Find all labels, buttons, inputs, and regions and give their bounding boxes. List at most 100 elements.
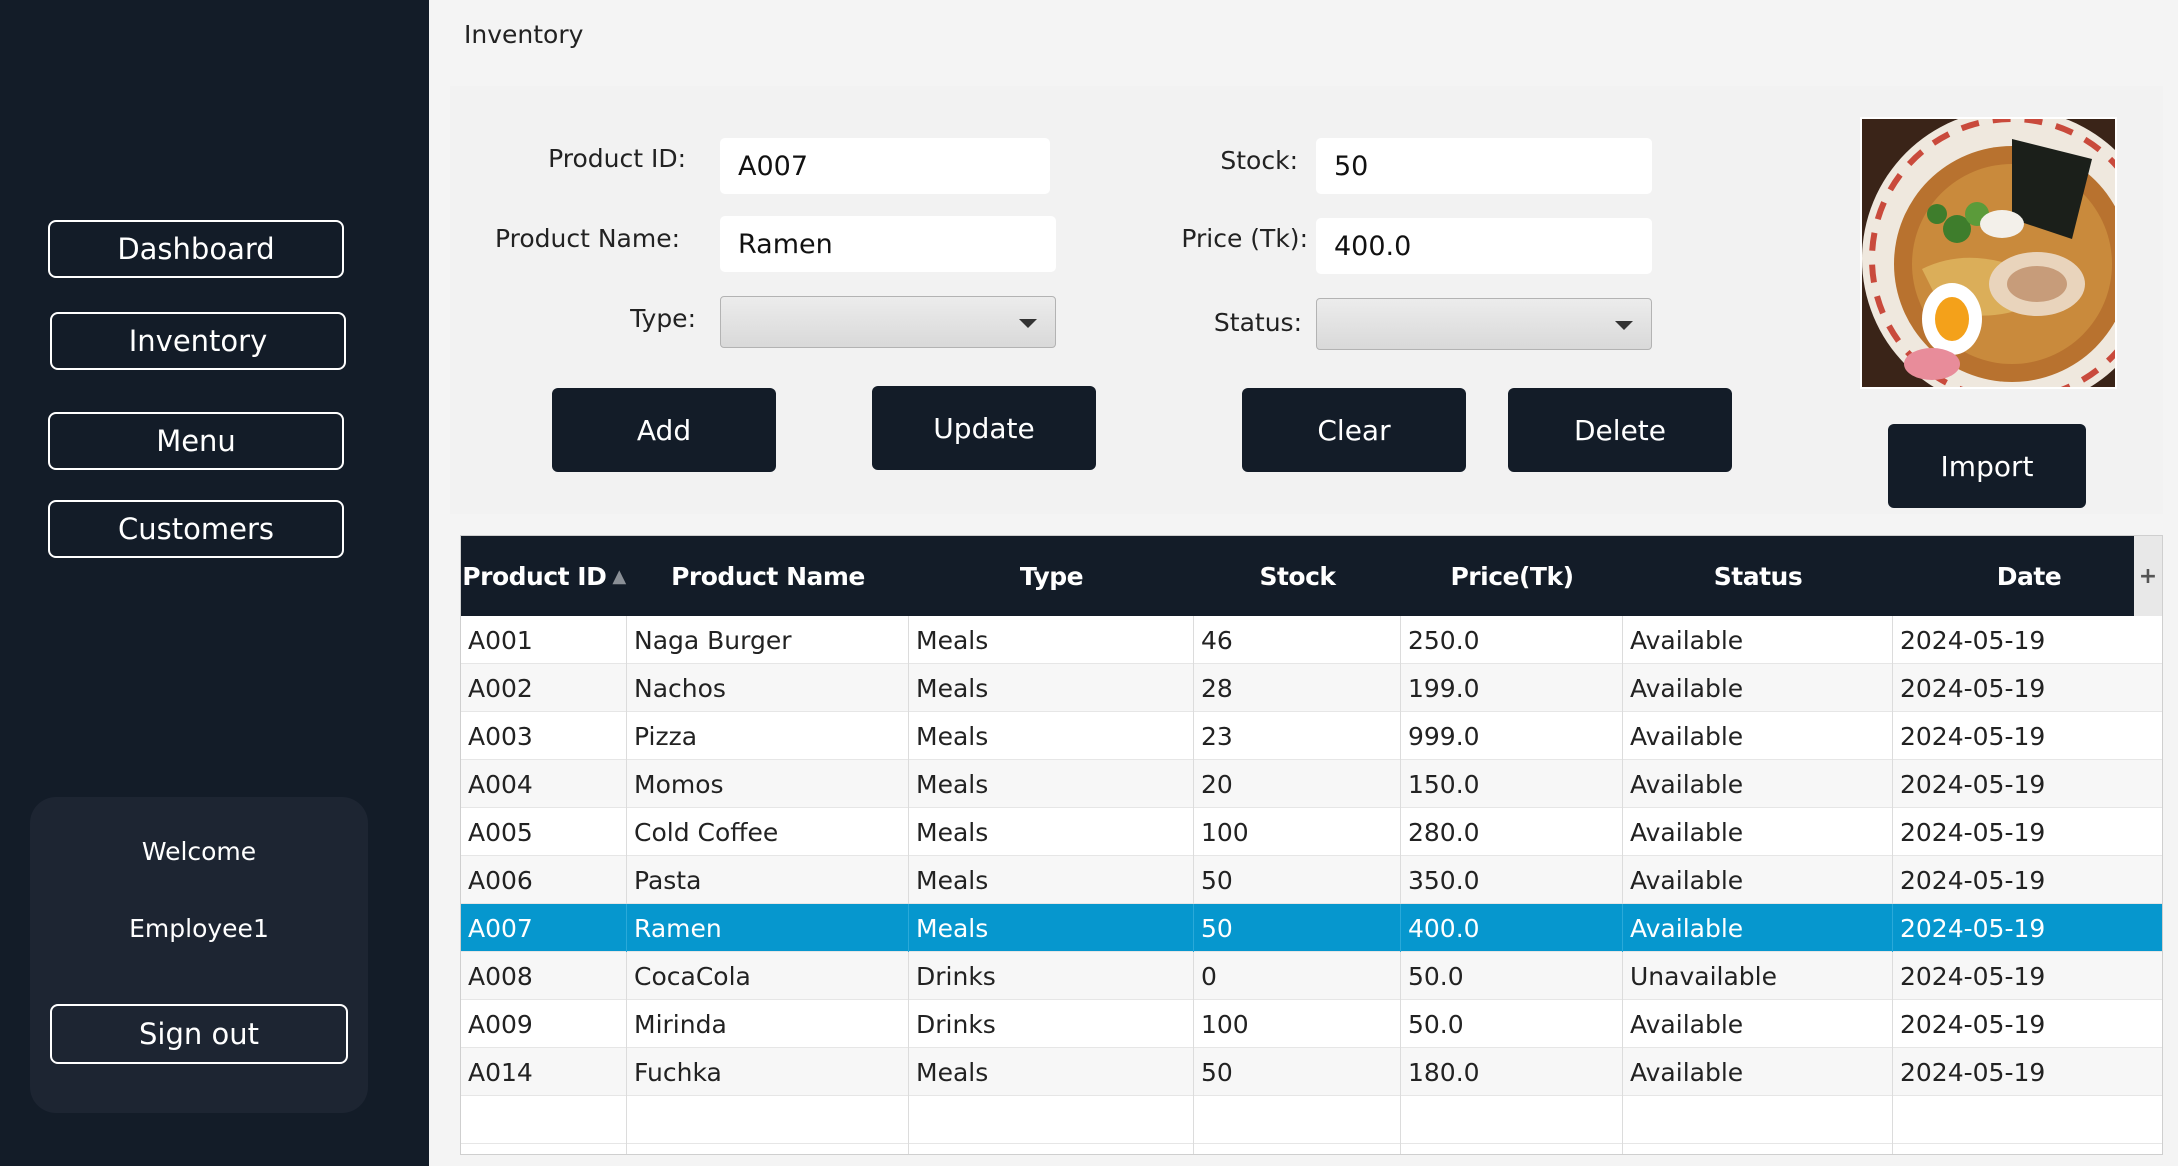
cell-date: 2024-05-19 [1893,760,2162,808]
table-row[interactable]: A006 Pasta Meals 50 350.0 Available 2024-05-19 [461,856,2162,904]
chevron-down-icon [1615,321,1633,330]
product-name-input[interactable]: Ramen [720,216,1056,272]
cell-status: Available [1623,856,1893,904]
cell-price: 50.0 [1401,952,1623,1000]
cell-stock: 23 [1194,712,1401,760]
col-header-date[interactable]: Date [1893,536,2162,616]
col-header-type[interactable]: Type [909,536,1194,616]
delete-button[interactable]: Delete [1508,388,1732,472]
cell-price: 150.0 [1401,760,1623,808]
cell-status: Available [1623,1048,1893,1096]
cell-stock: 100 [1194,1000,1401,1048]
type-select[interactable] [720,296,1056,348]
cell-type: Meals [909,712,1194,760]
cell-date: 2024-05-19 [1893,808,2162,856]
inventory-button[interactable]: Inventory [50,312,346,370]
product-id-label: Product ID: [548,144,686,173]
cell-price: 350.0 [1401,856,1623,904]
empty-cell [1893,1096,2162,1144]
cell-product-id: A014 [461,1048,627,1096]
sign-out-button[interactable]: Sign out [50,1004,348,1064]
cell-type: Drinks [909,952,1194,1000]
cell-product-name: Fuchka [627,1048,909,1096]
cell-type: Meals [909,904,1194,952]
table-row[interactable]: A005 Cold Coffee Meals 100 280.0 Available 202… [461,808,2162,856]
col-header-product-id[interactable]: Product ID ▲ [461,536,627,616]
table-row[interactable]: A001 Naga Burger Meals 46 250.0 Available 2024… [461,616,2162,664]
empty-table-row [461,1144,2162,1154]
cell-stock: 50 [1194,1048,1401,1096]
empty-table-row [461,1096,2162,1144]
sidebar: Dashboard Inventory Menu Customers Welco… [0,0,429,1166]
empty-cell [1623,1096,1893,1144]
stock-label: Stock: [1220,146,1298,175]
product-id-input[interactable]: A007 [720,138,1050,194]
column-menu-button[interactable]: + [2134,536,2162,616]
type-label: Type: [630,304,696,333]
empty-cell [909,1096,1194,1144]
add-button[interactable]: Add [552,388,776,472]
update-button[interactable]: Update [872,386,1096,470]
table-row[interactable]: A009 Mirinda Drinks 100 50.0 Available 2024-05… [461,1000,2162,1048]
cell-status: Available [1623,760,1893,808]
col-header-stock[interactable]: Stock [1194,536,1401,616]
cell-product-id: A006 [461,856,627,904]
cell-product-id: A005 [461,808,627,856]
clear-button[interactable]: Clear [1242,388,1466,472]
cell-product-id: A007 [461,904,627,952]
table-row[interactable]: A003 Pizza Meals 23 999.0 Available 2024-05-19 [461,712,2162,760]
cell-type: Meals [909,1048,1194,1096]
cell-type: Meals [909,760,1194,808]
product-image [1860,117,2117,389]
table-row[interactable]: A004 Momos Meals 20 150.0 Available 2024-05-19 [461,760,2162,808]
cell-stock: 100 [1194,808,1401,856]
col-header-status[interactable]: Status [1623,536,1893,616]
cell-product-name: Momos [627,760,909,808]
col-header-price[interactable]: Price(Tk) [1401,536,1623,616]
welcome-label: Welcome [141,837,257,866]
price-label: Price (Tk): [1181,224,1308,253]
cell-status: Available [1623,712,1893,760]
ramen-bowl-image [1862,119,2115,387]
cell-date: 2024-05-19 [1893,616,2162,664]
empty-cell [461,1144,627,1154]
cell-type: Meals [909,856,1194,904]
price-input[interactable]: 400.0 [1316,218,1652,274]
status-label: Status: [1213,308,1302,337]
customers-button[interactable]: Customers [48,500,344,558]
cell-date: 2024-05-19 [1893,952,2162,1000]
empty-cell [909,1144,1194,1154]
col-header-label: Product ID [462,561,607,591]
cell-type: Meals [909,664,1194,712]
dashboard-button[interactable]: Dashboard [48,220,344,278]
cell-status: Available [1623,904,1893,952]
table-row[interactable]: A007 Ramen Meals 50 400.0 Available 2024-05-19 [461,904,2162,952]
table-row[interactable]: A014 Fuchka Meals 50 180.0 Available 2024-05-1… [461,1048,2162,1096]
empty-cell [627,1144,909,1154]
cell-price: 400.0 [1401,904,1623,952]
col-header-product-name[interactable]: Product Name [627,536,909,616]
user-name: Employee1 [129,914,269,943]
cell-stock: 50 [1194,904,1401,952]
cell-status: Unavailable [1623,952,1893,1000]
status-select[interactable] [1316,298,1652,350]
table-row[interactable]: A002 Nachos Meals 28 199.0 Available 2024-05-1… [461,664,2162,712]
import-button[interactable]: Import [1888,424,2086,508]
menu-button[interactable]: Menu [48,412,344,470]
cell-status: Available [1623,1000,1893,1048]
cell-date: 2024-05-19 [1893,1048,2162,1096]
cell-product-name: Ramen [627,904,909,952]
cell-price: 999.0 [1401,712,1623,760]
cell-stock: 28 [1194,664,1401,712]
cell-date: 2024-05-19 [1893,1000,2162,1048]
cell-product-name: Nachos [627,664,909,712]
table-row[interactable]: A008 CocaCola Drinks 0 50.0 Unavailable 2024-0… [461,952,2162,1000]
cell-date: 2024-05-19 [1893,712,2162,760]
table-header: Product ID ▲ Product Name Type Stock Pri… [461,536,2135,616]
empty-cell [461,1096,627,1144]
stock-input[interactable]: 50 [1316,138,1652,194]
empty-cell [1623,1144,1893,1154]
cell-status: Available [1623,616,1893,664]
inventory-table: Product ID ▲ Product Name Type Stock Pri… [460,535,2163,1155]
cell-product-id: A008 [461,952,627,1000]
